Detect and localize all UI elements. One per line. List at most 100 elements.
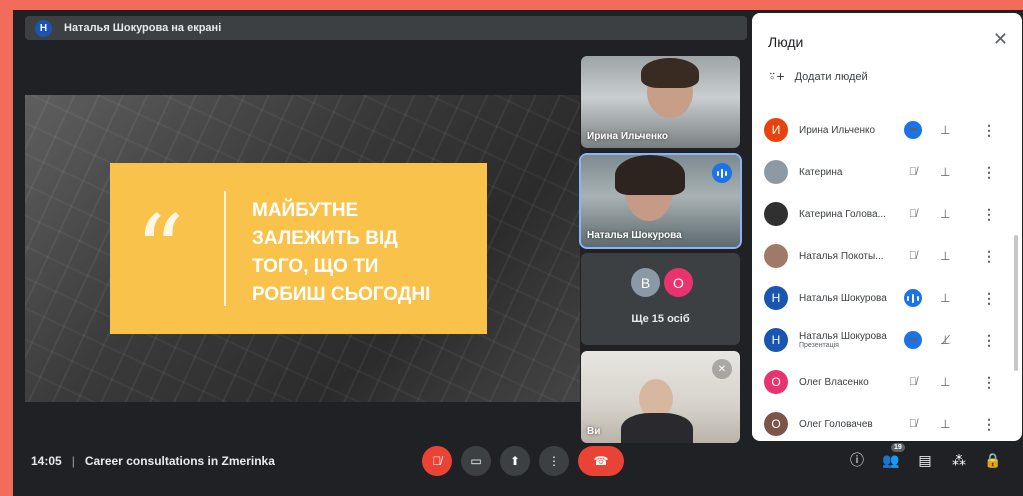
person-name: Катерина Голова... bbox=[799, 208, 886, 220]
more-vert-icon[interactable]: ⋮ bbox=[982, 332, 996, 349]
chat-icon: ▤ bbox=[918, 451, 932, 468]
person-row[interactable]: Н Наталья Шокурова Презентація ••• ⊥̸ ⋮ bbox=[764, 320, 1004, 360]
camera-toggle-button[interactable]: ▭ bbox=[461, 446, 491, 476]
more-vert-icon[interactable]: ⋮ bbox=[982, 416, 996, 433]
person-name: Наталья Покоты... bbox=[799, 250, 884, 262]
person-row[interactable]: Катерина Голова... 🎙̸ ⊥ ⋮ bbox=[764, 194, 1004, 234]
avatar: О bbox=[764, 412, 788, 436]
more-vert-icon: ⋮ bbox=[548, 454, 560, 468]
person-row[interactable]: И Ирина Ильченко ••• ⊥ ⋮ bbox=[764, 110, 1004, 150]
speaking-indicator-icon bbox=[712, 163, 732, 183]
clock: 14:05 bbox=[31, 454, 62, 468]
more-vert-icon[interactable]: ⋮ bbox=[982, 164, 996, 181]
person-name: Олег Власенко bbox=[799, 376, 869, 388]
add-people-label: Додати людей bbox=[794, 70, 868, 83]
more-vert-icon[interactable]: ⋮ bbox=[982, 206, 996, 223]
panel-scrollbar[interactable] bbox=[1014, 235, 1018, 371]
more-vert-icon[interactable]: ⋮ bbox=[982, 122, 996, 139]
quote-line-1: МАЙБУТНЕ bbox=[252, 200, 359, 221]
lock-person-icon: 🔒 bbox=[984, 451, 1002, 468]
pin-icon[interactable]: ⊥ bbox=[940, 375, 950, 389]
avatar: И bbox=[764, 118, 788, 142]
tile-name: Ви bbox=[587, 426, 601, 437]
participant-hair bbox=[641, 58, 699, 88]
avatar: О bbox=[764, 370, 788, 394]
participant-tile-irina[interactable]: Ирина Ильченко bbox=[581, 56, 740, 148]
meeting-title[interactable]: Career consultations in Zmerinka bbox=[85, 454, 275, 468]
mic-toggle-button[interactable]: 🎙̸ bbox=[422, 446, 452, 476]
presentation-slide: “ МАЙБУТНЕ ЗАЛЕЖИТЬ ВІД ТОГО, ЩО ТИ РОБИ… bbox=[25, 95, 580, 402]
meet-window: Н Наталья Шокурова на екрані “ МАЙБУТНЕ … bbox=[13, 10, 1023, 496]
mic-off-icon: 🎙̸ bbox=[908, 166, 918, 178]
pin-icon[interactable]: ⊥ bbox=[940, 417, 950, 431]
person-name: Наталья Шокурова Презентація bbox=[799, 331, 899, 349]
quote-divider bbox=[224, 191, 226, 306]
mic-off-icon: 🎙̸ bbox=[908, 418, 918, 430]
mic-off-icon: 🎙̸ bbox=[432, 454, 442, 468]
person-name-text: Наталья Шокурова bbox=[799, 331, 887, 342]
presenting-banner[interactable]: Н Наталья Шокурова на екрані bbox=[25, 16, 747, 40]
meeting-info: 14:05 | Career consultations in Zmerinka bbox=[31, 454, 275, 468]
close-icon[interactable]: ✕ bbox=[993, 29, 1008, 50]
person-row[interactable]: О Олег Головачев 🎙̸ ⊥ ⋮ bbox=[764, 404, 1004, 444]
pin-icon[interactable]: ⊥ bbox=[940, 207, 950, 221]
tile-name: Наталья Шокурова bbox=[587, 230, 682, 241]
person-row[interactable]: Наталья Покоты... 🎙̸ ⊥ ⋮ bbox=[764, 236, 1004, 276]
participant-count-badge: 19 bbox=[891, 443, 905, 452]
pin-icon[interactable]: ⊥ bbox=[940, 123, 950, 137]
mic-off-icon: 🎙̸ bbox=[908, 208, 918, 220]
person-row[interactable]: Катерина 🎙̸ ⊥ ⋮ bbox=[764, 152, 1004, 192]
add-person-icon: ⍤+ bbox=[768, 68, 785, 84]
more-participants-label: Ще 15 осіб bbox=[631, 313, 690, 325]
avatar-stack: В О bbox=[631, 268, 693, 297]
call-controls: 🎙̸ ▭ ⬆ ⋮ ☎ bbox=[422, 446, 624, 476]
pin-off-icon[interactable]: ⊥̸ bbox=[940, 333, 950, 347]
panel-title: Люди bbox=[768, 34, 804, 50]
quote-text: МАЙБУТНЕ ЗАЛЕЖИТЬ ВІД ТОГО, ЩО ТИ РОБИШ … bbox=[252, 197, 472, 309]
quote-line-3: ТОГО, ЩО ТИ bbox=[252, 256, 379, 277]
mic-off-icon: 🎙̸ bbox=[908, 376, 918, 388]
more-vert-icon[interactable]: ⋮ bbox=[982, 290, 996, 307]
presenting-text: Наталья Шокурова на екрані bbox=[64, 22, 222, 34]
chat-button[interactable]: ▤ bbox=[917, 450, 933, 470]
person-name: Наталья Шокурова bbox=[799, 292, 887, 304]
mic-off-icon: 🎙̸ bbox=[908, 250, 918, 262]
participant-tile-natalia[interactable]: Наталья Шокурова bbox=[579, 153, 742, 249]
people-button[interactable]: 👥 19 bbox=[882, 443, 905, 470]
quote-line-2: ЗАЛЕЖИТЬ ВІД bbox=[252, 228, 398, 249]
more-vert-icon[interactable]: ⋮ bbox=[982, 374, 996, 391]
person-row[interactable]: О Олег Власенко 🎙̸ ⊥ ⋮ bbox=[764, 362, 1004, 402]
people-panel: Люди ✕ ⍤+ Додати людей И Ирина Ильченко … bbox=[752, 13, 1022, 441]
more-options-bubble-icon: ••• bbox=[904, 331, 922, 349]
separator: | bbox=[71, 454, 75, 468]
activities-button[interactable]: ⁂ bbox=[951, 450, 967, 470]
avatar: В bbox=[631, 268, 660, 297]
meeting-details-button[interactable]: ⓘ bbox=[849, 450, 865, 470]
leave-call-button[interactable]: ☎ bbox=[578, 446, 624, 476]
add-people-button[interactable]: ⍤+ Додати людей bbox=[768, 68, 868, 85]
person-subtitle: Презентація bbox=[799, 342, 839, 349]
person-row[interactable]: Н Наталья Шокурова ⊥ ⋮ bbox=[764, 278, 1004, 318]
quote-line-4: РОБИШ СЬОГОДНІ bbox=[252, 284, 431, 305]
avatar bbox=[764, 202, 788, 226]
pin-icon[interactable]: ⊥ bbox=[940, 165, 950, 179]
more-vert-icon[interactable]: ⋮ bbox=[982, 248, 996, 265]
present-screen-icon: ⬆ bbox=[509, 454, 521, 468]
pin-icon[interactable]: ⊥ bbox=[940, 291, 950, 305]
camera-icon: ▭ bbox=[470, 454, 482, 468]
presenter-avatar: Н bbox=[35, 19, 52, 37]
hang-up-icon: ☎ bbox=[593, 454, 609, 468]
speaking-indicator-icon bbox=[904, 289, 922, 307]
person-name: Катерина bbox=[799, 166, 843, 178]
people-icon: 👥 bbox=[882, 451, 900, 468]
pin-icon[interactable]: ⊥ bbox=[940, 249, 950, 263]
self-tile[interactable]: ✕ Ви bbox=[581, 351, 740, 443]
person-name: Олег Головачев bbox=[799, 418, 873, 430]
host-controls-button[interactable]: 🔒 bbox=[984, 450, 1002, 470]
more-options-button[interactable]: ⋮ bbox=[539, 446, 569, 476]
participant-body bbox=[621, 413, 693, 443]
more-participants-tile[interactable]: В О Ще 15 осіб bbox=[581, 253, 740, 345]
present-button[interactable]: ⬆ bbox=[500, 446, 530, 476]
participant-hair bbox=[615, 155, 685, 195]
info-icon: ⓘ bbox=[850, 452, 864, 468]
